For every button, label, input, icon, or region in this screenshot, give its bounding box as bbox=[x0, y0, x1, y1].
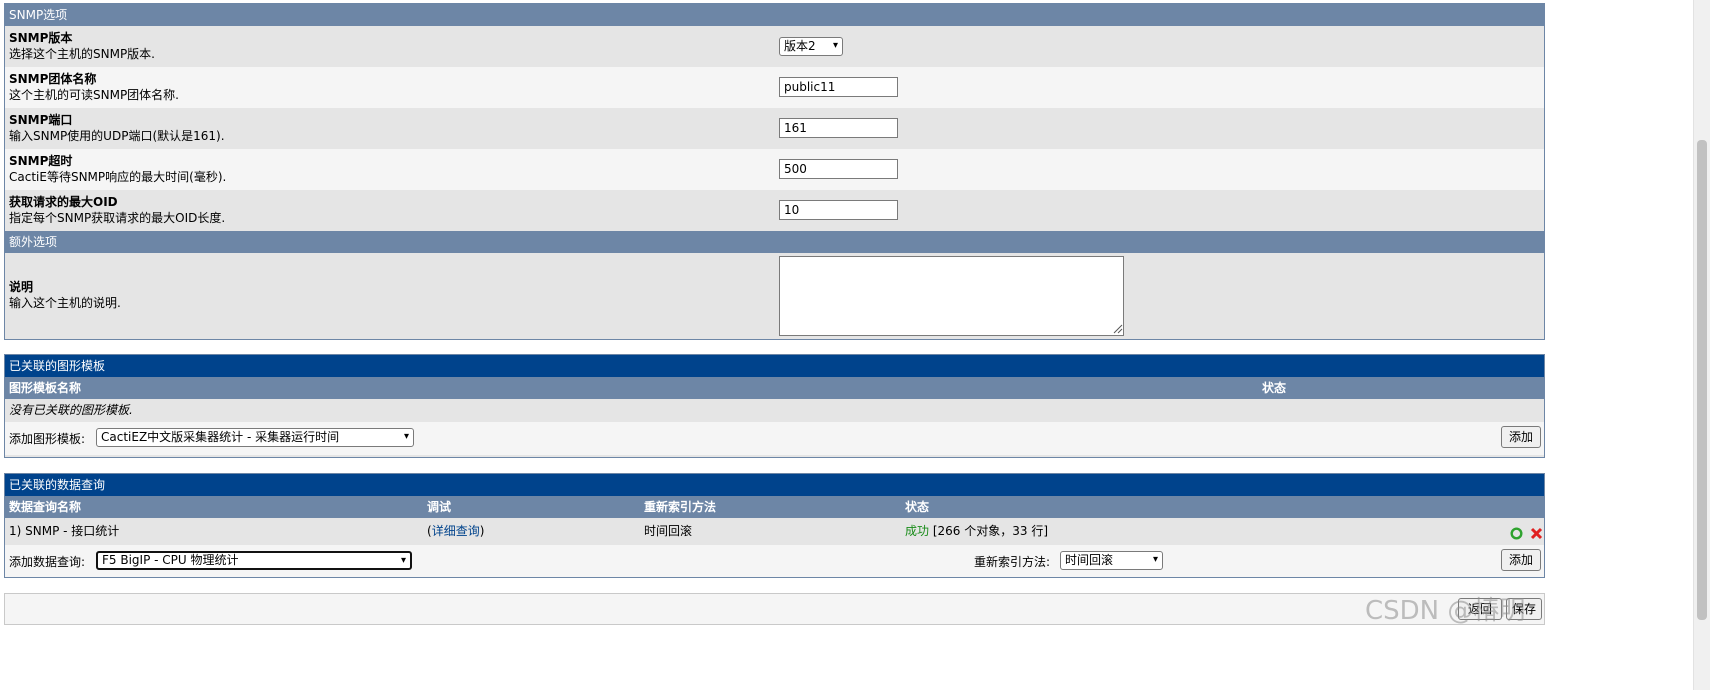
add-data-query-select[interactable]: F5 BigIP - CPU 物理统计 ▾ bbox=[96, 551, 412, 570]
query-status-cell: 成功 [266 个对象，33 行] bbox=[905, 518, 1048, 545]
add-graph-template-button[interactable]: 添加 bbox=[1501, 426, 1541, 448]
reload-query-icon[interactable] bbox=[1510, 527, 1523, 540]
extra-options-header: 额外选项 bbox=[5, 231, 1544, 253]
col-graph-template-status: 状态 bbox=[1262, 381, 1287, 395]
data-queries-columns: 数据查询名称 调试 重新索引方法 状态 bbox=[5, 496, 1544, 518]
snmp-timeout-desc: CactiE等待SNMP响应的最大时间(毫秒). bbox=[9, 170, 227, 184]
notes-row: 说明 输入这个主机的说明. bbox=[5, 253, 1544, 339]
vertical-scrollbar[interactable] bbox=[1693, 0, 1710, 690]
save-button[interactable]: 保存 bbox=[1506, 598, 1542, 620]
data-queries-panel: 已关联的数据查询 数据查询名称 调试 重新索引方法 状态 1) SNMP - 接… bbox=[4, 473, 1545, 578]
add-graph-template-row: 添加图形模板: CactiEZ中文版采集器统计 - 采集器运行时间 ▾ 添加 bbox=[5, 422, 1544, 455]
snmp-timeout-input[interactable]: 500 bbox=[779, 159, 898, 179]
chevron-down-icon: ▾ bbox=[832, 40, 838, 51]
resize-handle-icon[interactable] bbox=[1113, 324, 1123, 334]
verbose-query-link[interactable]: 详细查询 bbox=[432, 524, 480, 538]
snmp-version-row: SNMP版本 选择这个主机的SNMP版本. 版本2 ▾ bbox=[5, 26, 1544, 67]
snmp-version-desc: 选择这个主机的SNMP版本. bbox=[9, 47, 155, 61]
notes-textarea[interactable] bbox=[779, 256, 1124, 336]
form-footer: 返回 保存 bbox=[4, 593, 1545, 625]
snmp-timeout-title: SNMP超时 bbox=[9, 154, 73, 168]
data-queries-header: 已关联的数据查询 bbox=[5, 474, 1544, 496]
snmp-options-header: SNMP选项 bbox=[5, 4, 1544, 26]
chevron-down-icon: ▾ bbox=[1152, 554, 1158, 565]
col-query-reindex: 重新索引方法 bbox=[644, 500, 717, 514]
snmp-port-title: SNMP端口 bbox=[9, 113, 73, 127]
snmp-version-title: SNMP版本 bbox=[9, 31, 73, 45]
add-data-query-value: F5 BigIP - CPU 物理统计 bbox=[102, 553, 239, 567]
graph-templates-empty-text: 没有已关联的图形模板. bbox=[9, 403, 133, 417]
snmp-community-desc: 这个主机的可读SNMP团体名称. bbox=[9, 88, 179, 102]
reindex-method-select[interactable]: 时间回滚 ▾ bbox=[1060, 551, 1163, 570]
add-graph-template-select[interactable]: CactiEZ中文版采集器统计 - 采集器运行时间 ▾ bbox=[96, 428, 414, 447]
snmp-port-row: SNMP端口 输入SNMP使用的UDP端口(默认是161). 161 bbox=[5, 108, 1544, 149]
back-button[interactable]: 返回 bbox=[1458, 598, 1502, 620]
snmp-port-input[interactable]: 161 bbox=[779, 118, 898, 138]
max-oid-desc: 指定每个SNMP获取请求的最大OID长度. bbox=[9, 211, 226, 225]
scrollbar-thumb[interactable] bbox=[1697, 140, 1707, 620]
add-data-query-label: 添加数据查询: bbox=[9, 555, 86, 569]
snmp-version-select[interactable]: 版本2 ▾ bbox=[779, 37, 843, 56]
chevron-down-icon: ▾ bbox=[403, 431, 409, 442]
snmp-community-input[interactable]: public11 bbox=[779, 77, 898, 97]
graph-templates-panel: 已关联的图形模板 图形模板名称 状态 没有已关联的图形模板. 添加图形模板: C… bbox=[4, 354, 1545, 458]
reindex-method-label: 重新索引方法: bbox=[974, 555, 1051, 569]
host-options-panel: SNMP选项 SNMP版本 选择这个主机的SNMP版本. 版本2 ▾ SNMP团… bbox=[4, 3, 1545, 340]
col-query-status: 状态 bbox=[905, 500, 930, 514]
query-debug-close: ) bbox=[479, 524, 485, 538]
col-graph-template-name: 图形模板名称 bbox=[9, 381, 82, 395]
snmp-timeout-row: SNMP超时 CactiE等待SNMP响应的最大时间(毫秒). 500 bbox=[5, 149, 1544, 190]
col-query-name: 数据查询名称 bbox=[9, 500, 82, 514]
reindex-method-value: 时间回滚 bbox=[1065, 553, 1114, 567]
query-name: 1) SNMP - 接口统计 bbox=[9, 524, 120, 538]
graph-templates-header: 已关联的图形模板 bbox=[5, 355, 1544, 377]
add-graph-template-value: CactiEZ中文版采集器统计 - 采集器运行时间 bbox=[101, 430, 340, 444]
notes-title: 说明 bbox=[9, 280, 34, 294]
query-reindex-method: 时间回滚 bbox=[644, 524, 693, 538]
add-data-query-row: 添加数据查询: F5 BigIP - CPU 物理统计 ▾ 重新索引方法: 时间… bbox=[5, 545, 1544, 577]
query-debug-cell: (详细查询) bbox=[427, 518, 484, 545]
delete-query-icon[interactable] bbox=[1530, 527, 1543, 540]
snmp-community-title: SNMP团体名称 bbox=[9, 72, 97, 86]
snmp-version-value: 版本2 bbox=[784, 39, 816, 53]
query-status-success: 成功 bbox=[905, 524, 930, 538]
table-row: 1) SNMP - 接口统计 (详细查询) 时间回滚 成功 [266 个对象，3… bbox=[5, 518, 1544, 545]
snmp-community-row: SNMP团体名称 这个主机的可读SNMP团体名称. public11 bbox=[5, 67, 1544, 108]
add-graph-template-label: 添加图形模板: bbox=[9, 432, 86, 446]
col-query-debug: 调试 bbox=[427, 500, 452, 514]
query-status-detail: [266 个对象，33 行] bbox=[932, 524, 1049, 538]
notes-desc: 输入这个主机的说明. bbox=[9, 296, 121, 310]
max-oid-row: 获取请求的最大OID 指定每个SNMP获取请求的最大OID长度. 10 bbox=[5, 190, 1544, 231]
graph-templates-empty-row: 没有已关联的图形模板. bbox=[5, 399, 1544, 422]
add-data-query-button[interactable]: 添加 bbox=[1501, 549, 1541, 571]
max-oid-input[interactable]: 10 bbox=[779, 200, 898, 220]
max-oid-title: 获取请求的最大OID bbox=[9, 195, 118, 209]
chevron-down-icon: ▾ bbox=[400, 555, 406, 566]
snmp-port-desc: 输入SNMP使用的UDP端口(默认是161). bbox=[9, 129, 225, 143]
graph-templates-columns: 图形模板名称 状态 bbox=[5, 377, 1544, 399]
